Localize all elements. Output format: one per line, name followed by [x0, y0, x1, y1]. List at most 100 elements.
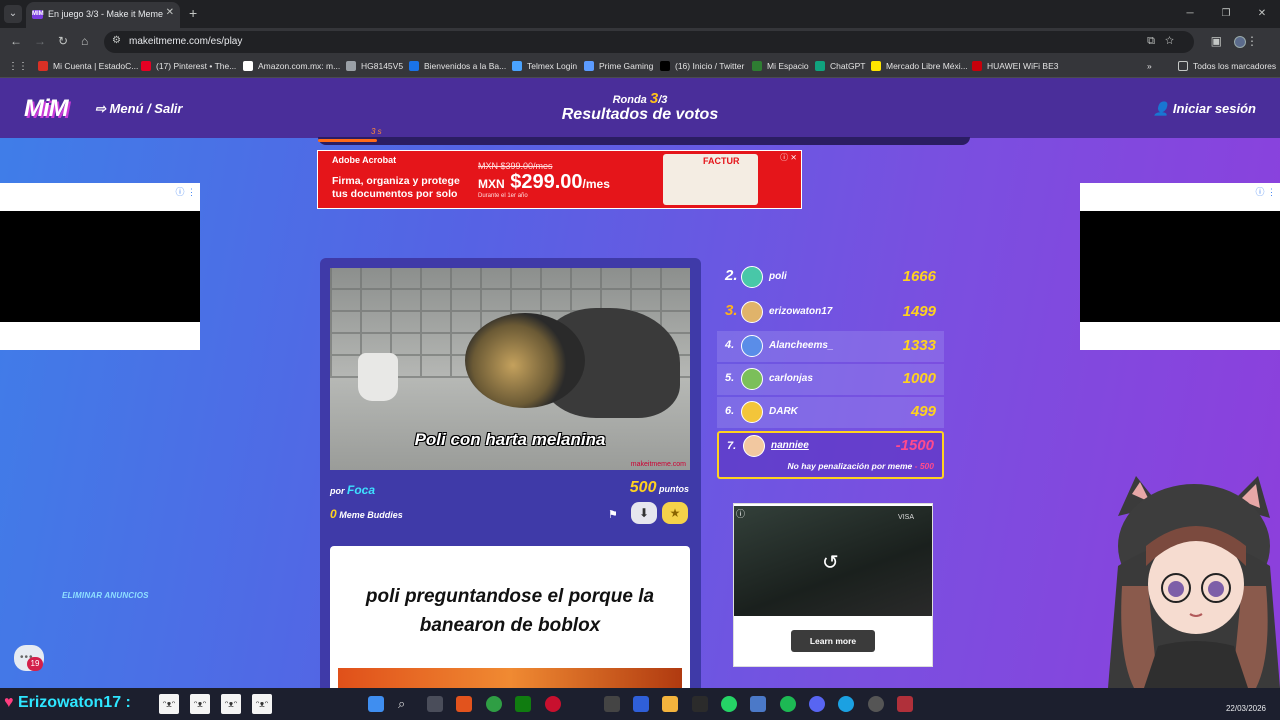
extensions-icon[interactable]: ▣	[1211, 34, 1234, 48]
new-tab-icon[interactable]: +	[189, 5, 197, 21]
photos-icon[interactable]	[750, 696, 766, 712]
bookmark-item[interactable]: ChatGPT	[815, 61, 865, 71]
bookmarks-overflow-icon[interactable]: »	[1147, 61, 1152, 71]
xbox-icon[interactable]	[515, 696, 531, 712]
ad-info-icon[interactable]: ⓘ ⨯	[780, 152, 797, 163]
player-rank: 3.	[725, 302, 738, 319]
bookmark-favicon	[512, 61, 522, 71]
chrome-icon[interactable]	[486, 696, 502, 712]
minimize-icon[interactable]: ─	[1172, 0, 1208, 28]
player-rank: 4.	[725, 339, 735, 351]
all-bookmarks-label: Todos los marcadores	[1193, 61, 1277, 71]
apps-grid-icon[interactable]: ⋮⋮	[8, 61, 28, 72]
bookmark-item[interactable]: (16) Inicio / Twitter	[660, 61, 744, 71]
app-icon[interactable]	[897, 696, 913, 712]
all-bookmarks-folder[interactable]: Todos los marcadores	[1178, 61, 1276, 71]
bookmark-item[interactable]: Mi Cuenta | EstadoC...	[38, 61, 138, 71]
video-ad[interactable]: ⓘ VISA ↺ Learn more	[733, 503, 933, 667]
ad-choices-icon[interactable]: ⓘ ⋮	[1255, 185, 1276, 198]
next-meme-card: poli preguntandose el porque la banearon…	[330, 546, 690, 688]
bookmark-star-icon[interactable]: ☆	[1165, 35, 1184, 47]
page-title: Resultados de votos	[561, 106, 719, 123]
player-rank: 5.	[725, 372, 735, 384]
bookmark-item[interactable]: (17) Pinterest • The...	[141, 61, 236, 71]
app-icon[interactable]	[633, 696, 649, 712]
profile-avatar[interactable]	[1234, 35, 1246, 48]
ad-choices-icon[interactable]: ⓘ ⋮	[175, 185, 196, 198]
ad-banner[interactable]: Adobe Acrobat Firma, organiza y protege …	[317, 150, 802, 209]
by-label: por	[330, 486, 345, 496]
reload-icon[interactable]: ↻	[58, 34, 68, 48]
bookmark-favicon	[141, 61, 151, 71]
whatsapp-icon[interactable]	[721, 696, 737, 712]
stream-overlay-name: ♥ Erizowaton17 :	[4, 694, 131, 712]
url-text: makeitmeme.com/es/play	[129, 36, 243, 47]
bookmarks-bar: ⋮⋮ Mi Cuenta | EstadoC... (17) Pinterest…	[0, 56, 1280, 78]
ad-info-icon[interactable]: ⓘ	[736, 507, 745, 520]
left-side-ad[interactable]: ⓘ ⋮	[0, 183, 200, 350]
windows-start-icon[interactable]	[368, 696, 384, 712]
site-header: MiM ⇨ Menú / Salir Ronda 3/3 Resultados …	[0, 78, 1280, 138]
omnibox-actions: ⧉☆	[1147, 35, 1184, 48]
task-view-icon[interactable]	[427, 696, 443, 712]
spotify-icon[interactable]	[780, 696, 796, 712]
login-link[interactable]: 👤 Iniciar sesión	[1153, 101, 1256, 117]
bookmark-item[interactable]: Amazon.com.mx: m...	[243, 61, 340, 71]
bookmark-favicon	[409, 61, 419, 71]
more-menu-icon[interactable]: ⋮	[1246, 34, 1270, 48]
remove-ads-link[interactable]: ELIMINAR ANUNCIOS	[62, 591, 149, 600]
bookmark-favicon	[752, 61, 762, 71]
tab-search-button[interactable]: ⌄	[4, 5, 22, 23]
learn-more-button[interactable]: Learn more	[791, 630, 875, 652]
opera-icon[interactable]	[545, 696, 561, 712]
brave-icon[interactable]	[456, 696, 472, 712]
right-side-ad[interactable]: ⓘ ⋮	[1080, 183, 1280, 350]
report-flag-icon[interactable]: ⚑	[608, 508, 618, 521]
save-meme-button[interactable]: ⬇	[631, 502, 657, 524]
discord-icon[interactable]	[809, 696, 825, 712]
player-rank: 2.	[725, 267, 738, 284]
ad-placeholder	[1080, 211, 1280, 322]
penalty-text: No hay penalización por meme	[787, 461, 913, 471]
file-explorer-icon[interactable]	[662, 696, 678, 712]
active-tab[interactable]: MIM En juego 3/3 - Make it Meme ✕	[26, 2, 180, 28]
bookmark-item[interactable]: HUAWEI WiFi BE3	[972, 61, 1058, 71]
timer-label: 3 s	[371, 127, 382, 136]
forward-icon[interactable]: →	[34, 34, 46, 48]
obs-icon[interactable]	[868, 696, 884, 712]
replay-icon[interactable]: ↺	[822, 550, 839, 575]
meme-author[interactable]: Foca	[347, 483, 375, 497]
emote-icon: ᵔᴥᵔ	[190, 694, 210, 714]
address-bar[interactable]: ⚙ makeitmeme.com/es/play ⧉☆	[104, 31, 1194, 53]
bookmark-item[interactable]: Prime Gaming	[584, 61, 653, 71]
search-icon[interactable]: ⌕	[398, 696, 414, 712]
favorite-star-button[interactable]: ★	[662, 502, 688, 524]
bookmark-item[interactable]: Bienvenidos a la Ba...	[409, 61, 506, 71]
tab-close-icon[interactable]: ✕	[166, 7, 174, 18]
media-icon[interactable]	[692, 696, 708, 712]
next-meme-caption: poli preguntandose el porque la banearon…	[365, 586, 655, 636]
ad-visual-label: FACTUR	[703, 156, 740, 166]
bookmark-label: Telmex Login	[527, 61, 578, 71]
bookmark-item[interactable]: HG8145V5	[346, 61, 403, 71]
restore-icon[interactable]: ❐	[1208, 0, 1244, 28]
ad-placeholder	[0, 211, 200, 322]
points-value: 500	[629, 479, 657, 496]
bookmark-item[interactable]: Telmex Login	[512, 61, 577, 71]
close-window-icon[interactable]: ✕	[1244, 0, 1280, 28]
edge-icon[interactable]	[838, 696, 854, 712]
home-icon[interactable]: ⌂	[81, 34, 88, 48]
heart-icon: ♥	[4, 694, 14, 711]
player-score: 1333	[902, 337, 936, 354]
leaderboard-row: 3. erizowaton17 1499	[717, 297, 944, 328]
bookmark-item[interactable]: Mercado Libre Méxi...	[871, 61, 968, 71]
player-score: 1666	[902, 268, 936, 285]
cast-icon[interactable]: ⧉	[1147, 35, 1165, 47]
leaderboard-row: 6. DARK 499	[717, 397, 944, 428]
taskbar: ♥ Erizowaton17 : ᵔᴥᵔ ᵔᴥᵔ ᵔᴥᵔ ᵔᴥᵔ ⌕ 22/03…	[0, 688, 1280, 720]
bookmark-item[interactable]: Mi Espacio	[752, 61, 809, 71]
site-info-icon[interactable]: ⚙	[112, 35, 121, 46]
ad-note: Durante el 1er año	[478, 193, 528, 199]
back-icon[interactable]: ←	[10, 34, 22, 48]
epic-games-icon[interactable]	[604, 696, 620, 712]
